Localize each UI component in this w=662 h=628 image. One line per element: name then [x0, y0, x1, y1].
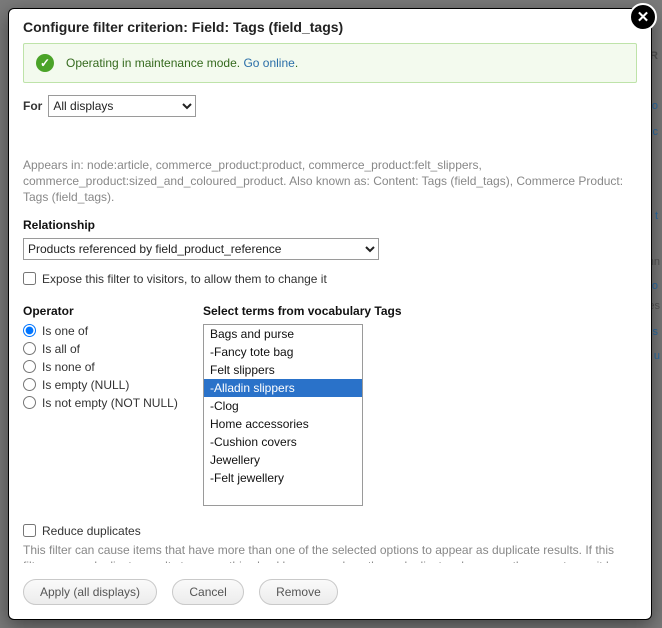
expose-row: Expose this filter to visitors, to allow… — [23, 272, 635, 286]
operator-column: Operator Is one ofIs all ofIs none ofIs … — [23, 300, 193, 414]
terms-label: Select terms from vocabulary Tags — [203, 304, 402, 318]
relationship-label: Relationship — [23, 218, 635, 232]
go-online-link[interactable]: Go online — [243, 56, 294, 70]
operator-radio[interactable] — [23, 360, 36, 373]
apply-button[interactable]: Apply (all displays) — [23, 579, 157, 605]
term-option[interactable]: -Cushion covers — [204, 433, 362, 451]
operator-option: Is none of — [23, 360, 193, 374]
close-button[interactable]: ✕ — [629, 3, 657, 31]
operator-radio[interactable] — [23, 396, 36, 409]
body-scroll[interactable]: Appears in: node:article, commerce_produ… — [23, 155, 645, 563]
operator-option: Is not empty (NOT NULL) — [23, 396, 193, 410]
close-icon: ✕ — [637, 10, 650, 25]
operator-option-label: Is not empty (NOT NULL) — [42, 396, 178, 410]
terms-column: Select terms from vocabulary Tags Bags a… — [203, 300, 402, 506]
term-option[interactable]: -Felt jewellery — [204, 469, 362, 487]
term-option[interactable]: -Fancy tote bag — [204, 343, 362, 361]
check-icon: ✓ — [36, 54, 54, 72]
term-option[interactable]: Felt slippers — [204, 361, 362, 379]
term-option[interactable]: Bags and purse — [204, 325, 362, 343]
for-select[interactable]: All displays — [48, 95, 196, 117]
operator-option-label: Is one of — [42, 324, 88, 338]
operator-radios: Is one of Is all of Is none of Is empty (NU… — [23, 324, 193, 410]
for-label: For — [23, 99, 42, 113]
reduce-block: Reduce duplicates This filter can cause … — [23, 524, 635, 563]
stage: No asic t umn No gs nt u es R ✕ Configur… — [0, 0, 662, 628]
relationship-select[interactable]: Products referenced by field_product_ref… — [23, 238, 379, 260]
cancel-button[interactable]: Cancel — [172, 579, 243, 605]
modal-title: Configure filter criterion: Field: Tags … — [9, 9, 651, 43]
reduce-help: This filter can cause items that have mo… — [23, 542, 635, 563]
operator-label: Operator — [23, 304, 193, 318]
footer: Apply (all displays) Cancel Remove — [9, 569, 651, 619]
bg-hint: t — [655, 210, 658, 222]
operator-radio[interactable] — [23, 324, 36, 337]
expose-label: Expose this filter to visitors, to allow… — [42, 272, 327, 286]
reduce-checkbox[interactable] — [23, 524, 36, 537]
modal: ✕ Configure filter criterion: Field: Tag… — [8, 8, 652, 620]
expose-checkbox[interactable] — [23, 272, 36, 285]
status-text: Operating in maintenance mode. Go online… — [66, 56, 298, 70]
operator-option-label: Is all of — [42, 342, 80, 356]
term-option[interactable]: -Alladin slippers — [204, 379, 362, 397]
status-bar: ✓ Operating in maintenance mode. Go onli… — [23, 43, 637, 83]
operator-option: Is all of — [23, 342, 193, 356]
remove-button[interactable]: Remove — [259, 579, 338, 605]
operator-option: Is one of — [23, 324, 193, 338]
term-option[interactable]: Home accessories — [204, 415, 362, 433]
terms-listbox[interactable]: Bags and purse-Fancy tote bagFelt slippe… — [203, 324, 363, 506]
operator-radio[interactable] — [23, 342, 36, 355]
term-option[interactable]: -Clog — [204, 397, 362, 415]
appears-in-text: Appears in: node:article, commerce_produ… — [23, 157, 635, 206]
operator-option: Is empty (NULL) — [23, 378, 193, 392]
term-option[interactable]: Jewellery — [204, 451, 362, 469]
for-row: For All displays — [9, 95, 651, 125]
operator-radio[interactable] — [23, 378, 36, 391]
operator-option-label: Is empty (NULL) — [42, 378, 129, 392]
reduce-label: Reduce duplicates — [42, 524, 141, 538]
operator-option-label: Is none of — [42, 360, 95, 374]
